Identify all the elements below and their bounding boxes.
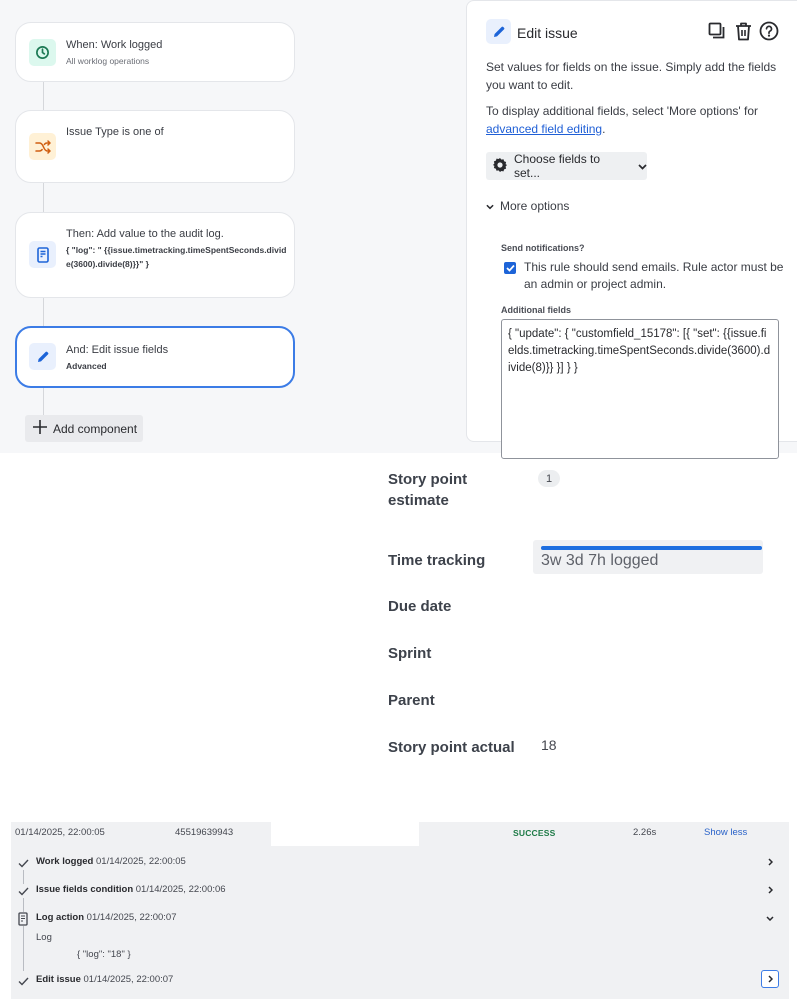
component-card-condition[interactable]: Issue Type is one of [15, 110, 295, 183]
advanced-field-editing-link[interactable]: advanced field editing [486, 122, 602, 136]
panel-description: Set values for fields on the issue. Simp… [486, 60, 777, 92]
log-detail-value: { "log": "18" } [77, 949, 131, 960]
additional-fields-input[interactable]: { "update": { "customfield_15178": [{ "s… [501, 319, 779, 459]
show-less-link[interactable]: Show less [704, 827, 747, 838]
clock-icon [29, 39, 56, 66]
step-text: Edit issue 01/14/2025, 22:00:07 [36, 974, 173, 985]
component-card-trigger[interactable]: When: Work logged All worklog operations [15, 22, 295, 82]
choose-fields-label: Choose fields to set... [514, 152, 601, 180]
component-code: { "log": " {{issue.timetracking.timeSpen… [66, 245, 287, 269]
send-notifications-option: This rule should send emails. Rule actor… [504, 259, 784, 293]
time-tracking-label: Time tracking [388, 552, 486, 569]
log-step[interactable]: Work logged 01/14/2025, 22:00:05 [11, 854, 789, 872]
flow-connector [43, 387, 44, 417]
more-options-label: More options [500, 199, 570, 213]
flow-connector [43, 82, 44, 112]
help-icon[interactable] [759, 20, 779, 42]
log-blank-cell [271, 822, 419, 846]
step-text: Log action 01/14/2025, 22:00:07 [36, 912, 176, 923]
step-text: Issue fields condition 01/14/2025, 22:00… [36, 884, 226, 895]
component-card-audit-log[interactable]: Then: Add value to the audit log. { "log… [15, 212, 295, 298]
duplicate-icon[interactable] [707, 20, 727, 42]
status-badge: SUCCESS [513, 828, 556, 838]
step-time: 01/14/2025, 22:00:05 [96, 856, 186, 867]
hint-text: To display additional fields, select 'Mo… [486, 104, 759, 118]
component-title: And: Edit issue fields [66, 344, 169, 356]
component-card-edit-issue[interactable]: And: Edit issue fields Advanced [15, 326, 295, 388]
chevron-right-icon[interactable] [764, 855, 776, 869]
check-icon [17, 884, 29, 898]
panel-title: Edit issue [517, 25, 578, 41]
time-tracking-progress-fill [541, 546, 762, 550]
chevron-right-icon[interactable] [764, 883, 776, 897]
rule-editor: When: Work logged All worklog operations… [0, 0, 797, 459]
sprint-label: Sprint [388, 645, 432, 662]
add-component-label: Add component [53, 421, 138, 436]
flow-connector [43, 298, 44, 328]
step-connector [23, 926, 24, 971]
document-icon [17, 912, 29, 926]
component-title: When: Work logged [66, 39, 163, 51]
send-notifications-text: This rule should send emails. Rule actor… [524, 260, 784, 291]
additional-fields-label: Additional fields [501, 305, 572, 315]
panel-toolbar [707, 20, 779, 42]
choose-fields-dropdown[interactable]: Choose fields to set... [486, 152, 647, 180]
delete-icon[interactable] [733, 20, 753, 42]
step-name: Issue fields condition [36, 884, 134, 895]
step-text: Work logged 01/14/2025, 22:00:05 [36, 856, 186, 867]
component-subtitle: Advanced [66, 361, 107, 371]
hint-suffix: . [602, 122, 606, 136]
story-point-estimate-value[interactable]: 1 [538, 470, 560, 487]
step-time: 01/14/2025, 22:00:07 [83, 974, 174, 985]
step-time: 01/14/2025, 22:00:06 [135, 884, 226, 895]
story-point-actual-label: Story point actual [388, 739, 515, 756]
chevron-down-icon [638, 159, 647, 173]
plus-icon [33, 420, 47, 437]
shuffle-icon [29, 133, 56, 160]
log-step[interactable]: Edit issue 01/14/2025, 22:00:07 [11, 972, 789, 990]
send-notifications-checkbox[interactable] [504, 262, 516, 274]
additional-fields-hint: To display additional fields, select 'Mo… [486, 102, 786, 138]
pencil-icon [486, 19, 511, 44]
log-detail-label: Log [36, 932, 52, 943]
time-tracking-value: 3w 3d 7h logged [541, 552, 659, 569]
audit-log-entry: 01/14/2025, 22:00:05 45519639943 SUCCESS… [11, 822, 789, 999]
add-component-button[interactable]: Add component [25, 415, 143, 442]
more-options-toggle[interactable]: More options [486, 199, 569, 213]
component-title: Issue Type is one of [66, 126, 164, 138]
log-duration: 2.26s [633, 827, 657, 838]
flow-connector [43, 183, 44, 213]
story-point-actual-value[interactable]: 18 [541, 737, 557, 753]
log-id: 45519639943 [175, 827, 234, 838]
step-name: Log action [36, 912, 85, 923]
audit-log-row: 01/14/2025, 22:00:05 45519639943 SUCCESS… [11, 822, 789, 846]
time-tracking-progress [541, 546, 762, 550]
check-icon [17, 856, 29, 870]
gear-icon [492, 157, 508, 176]
parent-label: Parent [388, 692, 435, 709]
check-icon [17, 974, 29, 988]
send-notifications-label: Send notifications? [501, 243, 585, 253]
chevron-right-icon [767, 970, 773, 988]
log-step[interactable]: Issue fields condition 01/14/2025, 22:00… [11, 882, 789, 900]
step-name: Work logged [36, 856, 94, 867]
step-name: Edit issue [36, 974, 81, 985]
component-title: Then: Add value to the audit log. [66, 228, 224, 240]
edit-issue-panel: Edit issue Set values for fields on the … [466, 0, 797, 459]
chevron-down-icon[interactable] [764, 911, 776, 925]
chevron-down-icon [486, 199, 494, 213]
time-tracking-field[interactable]: 3w 3d 7h logged [533, 540, 763, 574]
component-subtitle: All worklog operations [66, 56, 150, 66]
step-time: 01/14/2025, 22:00:07 [86, 912, 177, 923]
story-point-estimate-label: Story point estimate [388, 471, 468, 509]
expand-step-button[interactable] [761, 970, 779, 988]
document-icon [29, 241, 56, 268]
due-date-label: Due date [388, 598, 452, 615]
log-timestamp: 01/14/2025, 22:00:05 [15, 827, 105, 838]
pencil-icon [29, 343, 56, 370]
log-step[interactable]: Log action 01/14/2025, 22:00:07 [11, 910, 789, 928]
